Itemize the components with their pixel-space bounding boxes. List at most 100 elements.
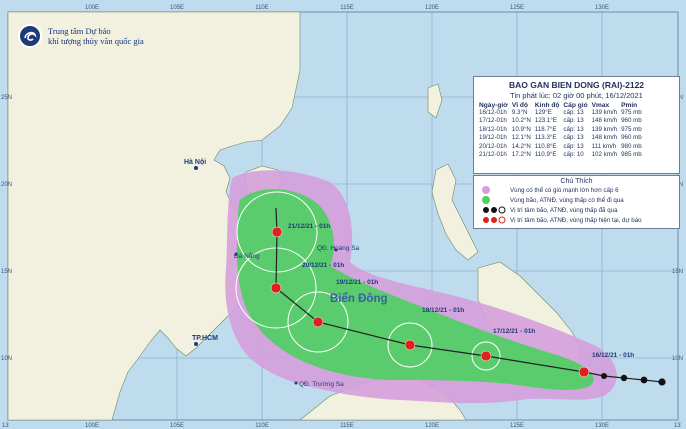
hcm-label: TP.HCM bbox=[192, 335, 218, 342]
header-lon: Kinh độ bbox=[534, 102, 560, 109]
truong-sa-marker bbox=[294, 381, 298, 385]
cell-lat: 10.9°N bbox=[511, 125, 531, 133]
cell-lon: 118.7°E bbox=[534, 125, 557, 133]
left-label: 15N bbox=[1, 269, 12, 275]
globe-swirl-icon bbox=[18, 24, 42, 48]
top-label: 105E bbox=[170, 5, 184, 11]
hcm-marker bbox=[194, 342, 198, 346]
cell-datetime: 21/12-01h bbox=[479, 151, 507, 159]
header-datetime: Ngày-giờ bbox=[479, 102, 508, 109]
track-label: 19/12/21 - 01h bbox=[336, 279, 378, 286]
cell-pmin: 985 mb bbox=[621, 151, 642, 159]
cell-wind: cấp: 10 bbox=[563, 151, 584, 159]
legend-item: Vị trí tâm bão, ATNĐ, vùng thấp đã qua bbox=[482, 205, 679, 215]
cell-wind: cấp: 13 bbox=[563, 142, 584, 150]
cell-wind: cấp: 13 bbox=[563, 134, 584, 142]
cell-datetime: 16/12-01h bbox=[479, 109, 507, 116]
storm-info-box: BAO GAN BIEN DONG (RAI)-2122 Tin phát lú… bbox=[473, 76, 680, 174]
header-pmin: Pmin bbox=[621, 102, 638, 109]
bottom-label: 110E bbox=[255, 423, 269, 429]
legend-text: Vị trí tâm bão, ATNĐ, vùng thấp đã qua bbox=[510, 206, 618, 214]
bottom-label: 105E bbox=[170, 423, 184, 429]
danang-label: Đà Nẵng bbox=[234, 251, 260, 260]
bottom-label: 115E bbox=[340, 423, 354, 429]
storm-title: BAO GAN BIEN DONG (RAI)-2122 bbox=[508, 80, 645, 90]
top-label: 115E bbox=[340, 5, 354, 11]
legend-item: Vùng bão, ATNĐ, vùng thấp có thể đi qua bbox=[482, 195, 679, 205]
cell-pmin: 960 mb bbox=[621, 117, 642, 125]
cell-lat: 17.2°N bbox=[511, 151, 531, 159]
track-label: 17/12/21 - 01h bbox=[493, 328, 535, 335]
cell-pmin: 975 mb bbox=[621, 109, 642, 116]
track-label: 20/12/21 - 01h bbox=[302, 262, 344, 269]
corner-label: 13 bbox=[2, 423, 9, 429]
legend-text: Vùng bão, ATNĐ, vùng thấp có thể đi qua bbox=[510, 196, 624, 204]
right-label: 15N bbox=[672, 269, 683, 275]
header-lat: Vĩ độ bbox=[511, 102, 528, 109]
green-zone-swatch-icon bbox=[482, 196, 490, 204]
cell-vmax: 148 km/h bbox=[591, 134, 618, 142]
cell-lat: 12.1°N bbox=[511, 134, 531, 142]
cell-datetime: 18/12-01h bbox=[479, 125, 507, 133]
table-header-row: Ngày-giờ Vĩ độ Kinh độ Cấp gió Vmax Pmin bbox=[477, 102, 644, 109]
header-wind: Cấp gió bbox=[563, 102, 588, 109]
bottom-label: 100E bbox=[85, 423, 99, 429]
bottom-label: 130E bbox=[595, 423, 609, 429]
legend-item: Vị trí tâm bão, ATNĐ, vùng thấp hiện tại… bbox=[482, 215, 679, 225]
agency-name-line2: khí tượng thủy văn quốc gia bbox=[48, 36, 144, 46]
legend-text: Vùng có thể có gió mạnh lớn hơn cấp 6 bbox=[510, 186, 619, 194]
header-vmax: Vmax bbox=[591, 102, 610, 109]
cell-pmin: 980 mb bbox=[621, 142, 642, 150]
track-label: 18/12/21 - 01h bbox=[422, 307, 464, 314]
cell-datetime: 19/12-01h bbox=[479, 134, 507, 142]
bottom-label: 120E bbox=[425, 423, 439, 429]
cell-vmax: 102 km/h bbox=[591, 151, 618, 159]
purple-zone-swatch-icon bbox=[482, 186, 490, 194]
cell-pmin: 960 mb bbox=[621, 134, 642, 142]
sea-name-label: Biển Đông bbox=[330, 293, 388, 305]
table-row: 18/12-01h 10.9°N 118.7°E cấp: 13 139 km/h 975… bbox=[477, 126, 644, 134]
cell-datetime: 17/12-01h bbox=[479, 117, 507, 125]
cell-wind: cấp: 13 bbox=[563, 125, 584, 133]
cell-lon: 110.9°E bbox=[534, 151, 557, 159]
corner-label: 13 bbox=[674, 423, 681, 429]
cell-lon: 123.1°E bbox=[534, 117, 557, 125]
cell-vmax: 111 km/h bbox=[591, 142, 617, 150]
cell-lon: 129°E bbox=[534, 109, 552, 116]
right-label: 10N bbox=[672, 356, 683, 362]
storm-table: Ngày-giờ Vĩ độ Kinh độ Cấp gió Vmax Pmin… bbox=[477, 102, 644, 159]
top-label: 125E bbox=[510, 5, 524, 11]
top-label: 110E bbox=[255, 5, 269, 11]
legend-title: Chú Thích bbox=[560, 178, 593, 185]
hanoi-marker bbox=[194, 166, 198, 170]
cell-lat: 14.2°N bbox=[511, 142, 531, 150]
cell-lat: 10.2°N bbox=[511, 117, 531, 125]
cell-wind: cấp: 13 bbox=[563, 109, 584, 116]
hoang-sa-label: QĐ. Hoàng Sa bbox=[317, 245, 360, 252]
cell-vmax: 148 km/h bbox=[591, 117, 618, 125]
table-row: 20/12-01h 14.2°N 110.8°E cấp: 13 111 km/h 980… bbox=[477, 143, 644, 151]
forecast-storm-symbols-icon bbox=[483, 216, 506, 224]
top-label: 130E bbox=[595, 5, 609, 11]
left-label: 10N bbox=[1, 356, 12, 362]
cell-lon: 113.3°E bbox=[534, 134, 557, 142]
storm-forecast-map: 100E 105E 110E 115E 120E 125E 130E 100E … bbox=[0, 0, 686, 429]
top-label: 100E bbox=[85, 5, 99, 11]
table-row: 21/12-01h 17.2°N 110.9°E cấp: 10 102 km/h 985… bbox=[477, 151, 644, 159]
cell-vmax: 139 km/h bbox=[591, 125, 618, 133]
cell-lon: 110.8°E bbox=[534, 142, 557, 150]
track-label: 16/12/21 - 01h bbox=[592, 352, 634, 359]
truong-sa-label: QĐ. Trường Sa bbox=[299, 381, 344, 388]
left-label: 25N bbox=[1, 95, 12, 101]
bottom-label: 125E bbox=[510, 423, 524, 429]
cell-wind: cấp: 13 bbox=[563, 117, 584, 125]
hanoi-label: Hà Nội bbox=[184, 159, 206, 166]
track-label: 21/12/21 - 01h bbox=[288, 223, 330, 230]
table-row: 19/12-01h 12.1°N 113.3°E cấp: 13 148 km/h 960… bbox=[477, 134, 644, 142]
agency-name-line1: Trung tâm Dự báo bbox=[48, 26, 111, 36]
legend-box: Chú Thích Vùng có thể có gió mạnh lớn hơ… bbox=[473, 175, 680, 229]
past-storm-symbols-icon bbox=[483, 206, 506, 214]
table-row: 16/12-01h 9.3°N 129°E cấp: 13 139 km/h 975 mb bbox=[477, 109, 644, 117]
table-row: 17/12-01h 10.2°N 123.1°E cấp: 13 148 km/h 960… bbox=[477, 117, 644, 125]
legend-item: Vùng có thể có gió mạnh lớn hơn cấp 6 bbox=[482, 185, 679, 195]
